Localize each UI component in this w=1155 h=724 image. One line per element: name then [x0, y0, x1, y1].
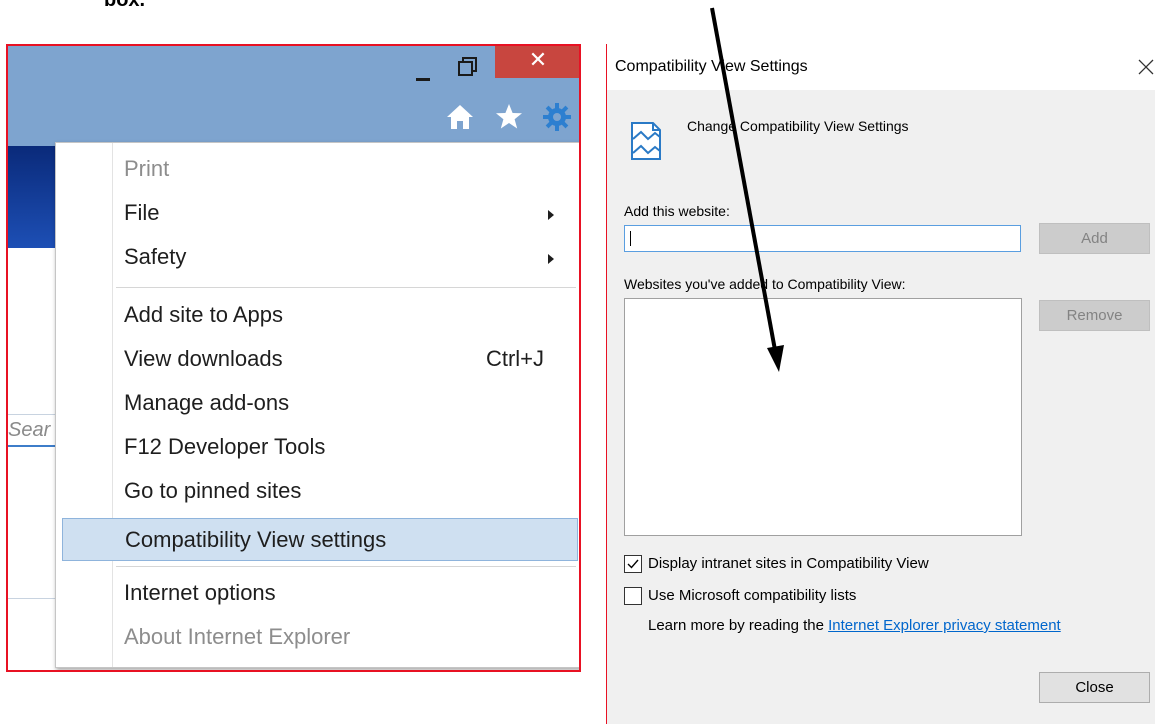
submenu-arrow-icon — [548, 254, 554, 264]
dialog-heading: Change Compatibility View Settings — [687, 118, 909, 134]
menu-item-manage-add-ons[interactable]: Manage add-ons — [60, 386, 576, 422]
caption-text: box. — [104, 0, 146, 11]
menu-item-label: View downloads — [124, 346, 283, 371]
menu-item-about-internet-explorer[interactable]: About Internet Explorer — [60, 620, 576, 656]
menu-item-f12-developer-tools[interactable]: F12 Developer Tools — [60, 430, 576, 466]
close-button[interactable]: Close — [1039, 672, 1150, 703]
menu-item-internet-options[interactable]: Internet options — [60, 576, 576, 612]
home-icon[interactable] — [445, 102, 475, 132]
menu-item-print[interactable]: Print — [60, 152, 576, 188]
menu-item-label: Compatibility View settings — [125, 527, 387, 552]
menu-item-shortcut: Ctrl+J — [485, 346, 544, 371]
submenu-arrow-icon — [548, 210, 554, 220]
menu-item-label: Internet options — [124, 580, 276, 605]
close-icon[interactable]: ✕ — [495, 46, 579, 78]
page-divider — [8, 598, 58, 599]
menu-item-label: Manage add-ons — [124, 390, 290, 415]
menu-item-safety[interactable]: Safety — [60, 240, 576, 276]
menu-item-file[interactable]: File — [60, 196, 576, 232]
intranet-checkbox-label[interactable]: Display intranet sites in Compatibility … — [648, 555, 929, 572]
star-icon[interactable] — [494, 102, 524, 132]
menu-separator — [116, 566, 576, 567]
gear-icon[interactable] — [542, 102, 572, 132]
menu-item-view-downloads[interactable]: View downloads Ctrl+J — [60, 342, 576, 378]
websites-list-label: Websites you've added to Compatibility V… — [624, 276, 906, 292]
intranet-checkbox[interactable] — [624, 555, 642, 573]
menu-item-go-to-pinned-sites[interactable]: Go to pinned sites — [60, 474, 576, 510]
learn-more-prefix: Learn more by reading the — [648, 617, 829, 634]
remove-button[interactable]: Remove — [1039, 300, 1150, 331]
menu-item-label: Add site to Apps — [124, 302, 283, 327]
page-search-box[interactable]: Sear — [8, 414, 56, 447]
add-website-input[interactable] — [624, 225, 1021, 252]
restore-icon[interactable] — [448, 52, 484, 84]
dialog-titlebar: Compatibility View Settings — [607, 44, 1155, 90]
ms-compat-lists-label[interactable]: Use Microsoft compatibility lists — [648, 587, 856, 604]
menu-separator — [116, 287, 576, 288]
privacy-statement-link[interactable]: Internet Explorer privacy statement — [828, 617, 1061, 634]
dialog-body: Change Compatibility View Settings Add t… — [607, 90, 1155, 724]
menu-item-label: Print — [124, 156, 170, 181]
menu-item-compatibility-view-settings[interactable]: Compatibility View settings — [62, 518, 578, 561]
compatibility-view-dialog: Compatibility View Settings Change Compa… — [606, 44, 1155, 724]
menu-item-label: File — [124, 200, 160, 225]
add-button[interactable]: Add — [1039, 223, 1150, 254]
text-caret — [630, 231, 631, 246]
menu-item-label: Go to pinned sites — [124, 478, 302, 503]
learn-more-text: Learn more by reading the Internet Explo… — [648, 617, 1061, 634]
dialog-title: Compatibility View Settings — [615, 58, 808, 75]
menu-item-label: Safety — [124, 244, 187, 269]
websites-list[interactable] — [624, 298, 1022, 536]
tools-menu: Print File Safety Add site to Apps View … — [55, 142, 579, 668]
menu-item-label: About Internet Explorer — [124, 624, 351, 649]
checkmark-icon — [627, 559, 639, 569]
menu-item-add-site-to-apps[interactable]: Add site to Apps — [60, 298, 576, 334]
ie-window-screenshot: ✕ Sear Print File Safety Add site to App… — [6, 44, 581, 672]
add-website-label: Add this website: — [624, 203, 730, 219]
ie-titlebar: ✕ — [8, 46, 579, 146]
ms-compat-lists-checkbox[interactable] — [624, 587, 642, 605]
close-icon[interactable] — [1135, 56, 1155, 78]
menu-item-label: F12 Developer Tools — [124, 434, 326, 459]
minimize-icon[interactable] — [406, 58, 442, 90]
compatibility-view-icon — [631, 122, 661, 160]
